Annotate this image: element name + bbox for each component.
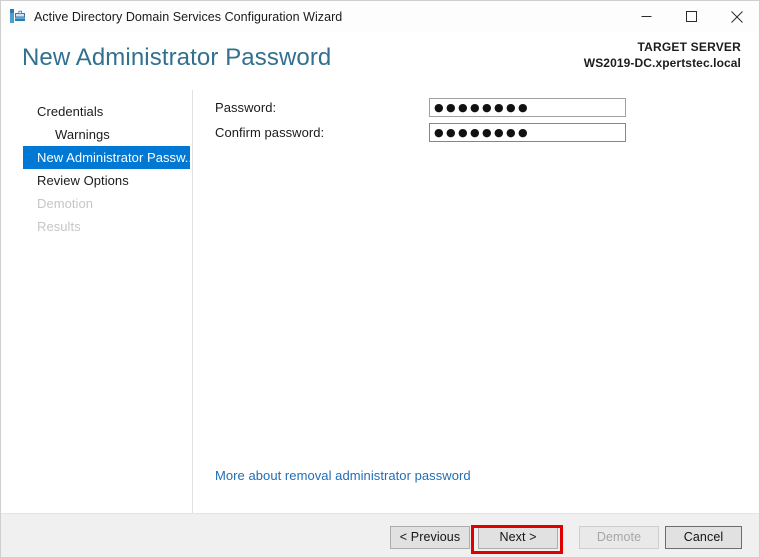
demote-button: Demote	[579, 526, 659, 549]
window-title: Active Directory Domain Services Configu…	[34, 9, 343, 24]
wizard-body: Credentials Warnings New Administrator P…	[1, 90, 759, 513]
sidebar-item-results: Results	[23, 215, 190, 238]
password-label: Password:	[215, 100, 277, 115]
sidebar-item-review-options[interactable]: Review Options	[23, 169, 190, 192]
wizard-navigation: Credentials Warnings New Administrator P…	[1, 90, 196, 513]
window-controls	[624, 1, 759, 32]
sidebar-item-label: New Administrator Passw...	[37, 150, 196, 165]
page-title: New Administrator Password	[22, 44, 332, 71]
sidebar-item-demotion: Demotion	[23, 192, 190, 215]
ad-wizard-icon	[9, 8, 26, 25]
target-server-value: WS2019-DC.xpertstec.local	[583, 56, 741, 70]
target-server-label: TARGET SERVER	[637, 40, 741, 54]
sidebar-item-new-administrator-password[interactable]: New Administrator Passw...	[23, 146, 196, 169]
sidebar-item-warnings[interactable]: Warnings	[23, 123, 190, 146]
wizard-content: Password: Confirm password: More about r…	[193, 90, 759, 513]
page-header: New Administrator Password TARGET SERVER…	[1, 32, 759, 90]
password-input[interactable]	[429, 98, 626, 117]
previous-button[interactable]: < Previous	[390, 526, 470, 549]
confirm-password-label: Confirm password:	[215, 125, 325, 140]
wizard-window: Active Directory Domain Services Configu…	[0, 0, 760, 558]
confirm-password-input[interactable]	[429, 123, 626, 142]
close-icon[interactable]	[714, 1, 759, 32]
cancel-button[interactable]: Cancel	[665, 526, 742, 549]
sidebar-item-label: Warnings	[55, 127, 110, 142]
sidebar-item-label: Demotion	[37, 196, 94, 211]
sidebar-item-credentials[interactable]: Credentials	[23, 100, 190, 123]
minimize-icon[interactable]	[624, 1, 669, 32]
title-bar: Active Directory Domain Services Configu…	[1, 1, 759, 32]
next-button[interactable]: Next >	[478, 526, 558, 549]
maximize-icon[interactable]	[669, 1, 714, 32]
confirm-password-row: Confirm password:	[215, 123, 760, 142]
sidebar-item-label: Review Options	[37, 173, 129, 188]
target-server-info: TARGET SERVER WS2019-DC.xpertstec.local	[584, 39, 741, 71]
wizard-footer: < Previous Next > Demote Cancel	[1, 513, 759, 557]
sidebar-item-label: Credentials	[37, 104, 104, 119]
more-about-removal-administrator-password-link[interactable]: More about removal administrator passwor…	[215, 468, 471, 483]
password-row: Password:	[215, 98, 760, 117]
sidebar-item-label: Results	[37, 219, 81, 234]
